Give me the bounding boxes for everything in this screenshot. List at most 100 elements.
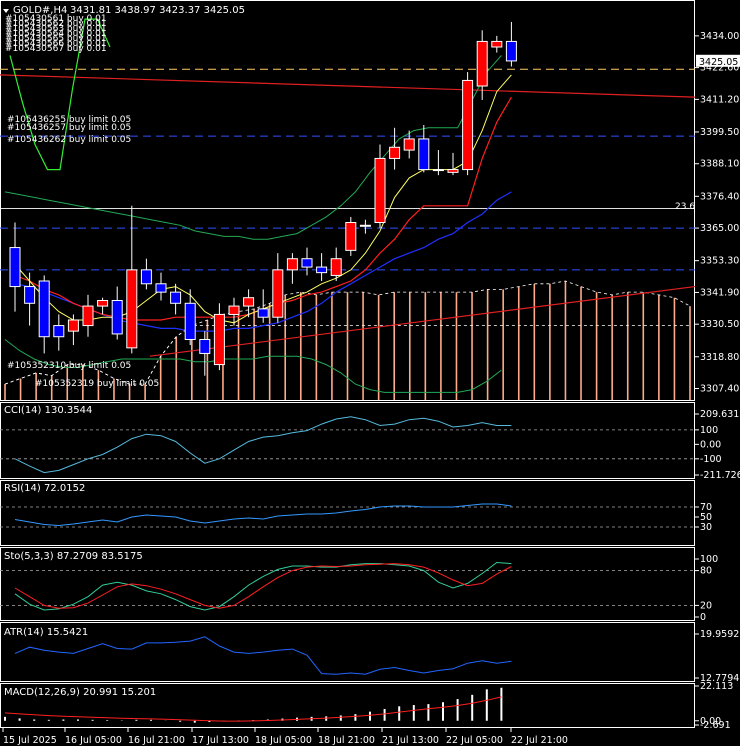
time-tick-label: 22 Jul 05:00 (446, 735, 503, 746)
bull-candle (476, 40, 488, 87)
fib-level-label: 23.6 (675, 202, 695, 212)
bear-candle (418, 138, 430, 171)
axis-tick-label: 3411.20 (700, 94, 739, 105)
bear-candle (140, 269, 152, 285)
axis-tick-label: 80 (700, 566, 712, 577)
ma-fast-line (14, 74, 512, 324)
atr-line (14, 636, 512, 675)
stoch-title: Sto(5,3,3) 87.2709 83.5175 (4, 551, 143, 562)
bull-candle (389, 146, 401, 159)
axis-tick-label: 3330.50 (700, 319, 739, 330)
indicator-titles: CCI(14) 130.3544 RSI(14) 72.0152 Sto(5,3… (4, 405, 156, 698)
time-tick-label: 18 Jul 05:00 (255, 735, 312, 746)
bull-candle (374, 157, 386, 223)
time-axis: 15 Jul 2025 16 Jul 05:00 16 Jul 21:00 17 Ju… (2, 728, 568, 746)
bull-candle (243, 297, 255, 307)
bear-candle (301, 258, 313, 268)
axis-tick-label: 100 (700, 554, 718, 565)
trendline-red (0, 74, 695, 98)
order-label: #105352310 buy limit 0.05 (7, 361, 131, 371)
bear-candle (316, 266, 328, 274)
panel-border (0, 480, 695, 546)
axis-tick-label: 3341.90 (700, 287, 739, 298)
bear-candle (38, 280, 50, 338)
bull-candle (345, 222, 357, 251)
order-label: #105352319 buy limit 0.05 (35, 379, 159, 389)
bull-candle (82, 305, 94, 327)
axis-tick-label: 3353.30 (700, 256, 739, 267)
axis-tick-label: 0.00 (700, 439, 721, 450)
axis-tick-label: 3399.50 (700, 127, 739, 138)
axis-tick-label: 3376.40 (700, 191, 739, 202)
bear-candle (24, 286, 36, 304)
axis-tick-label: 3307.40 (700, 384, 739, 395)
time-tick-label: 22 Jul 21:00 (511, 735, 568, 746)
collapse-triangle-icon (3, 9, 9, 13)
axis-tick-label: 3318.80 (700, 352, 739, 363)
cci-line (14, 416, 512, 474)
bear-candle (505, 40, 517, 62)
bull-candle (491, 40, 503, 48)
axis-tick-label: 3365.00 (700, 223, 739, 234)
main-price-chart[interactable] (0, 18, 695, 438)
bear-candle (184, 302, 196, 340)
indicator-panels[interactable] (0, 416, 695, 723)
time-tick-label: 16 Jul 05:00 (65, 735, 122, 746)
axis-tick-label: 30 (700, 522, 712, 533)
order-label: #105436257 buy limit 0.05 (7, 123, 131, 133)
axis-tick-label: 3434.00 (700, 31, 739, 42)
bull-candle (67, 319, 79, 332)
rsi-line (14, 503, 512, 527)
bull-candle (286, 258, 298, 271)
bear-candle (155, 283, 167, 293)
current-price-label: 3425.05 (699, 57, 738, 68)
order-label: #105436262 buy limit 0.05 (7, 135, 131, 145)
bear-candle (199, 339, 211, 354)
bull-candle (213, 313, 225, 366)
axis-tick-label: 3388.10 (700, 159, 739, 170)
time-tick-label: 21 Jul 13:00 (382, 735, 439, 746)
bull-candle (432, 169, 444, 172)
time-tick-label: 18 Jul 21:00 (318, 735, 375, 746)
time-tick-label: 16 Jul 21:00 (128, 735, 185, 746)
bull-candle (228, 305, 240, 315)
rsi-title: RSI(14) 72.0152 (4, 483, 85, 494)
atr-title: ATR(14) 15.5421 (4, 627, 88, 638)
axis-tick-label: 0 (700, 612, 706, 623)
bull-candle (447, 169, 459, 173)
support-trendline (149, 285, 695, 357)
order-label: #105430567 buy 0.01 (5, 44, 107, 54)
bear-candle (257, 308, 269, 318)
time-tick-label: 17 Jul 13:00 (192, 735, 249, 746)
panel-border (0, 402, 695, 479)
bear-candle (53, 325, 65, 338)
bull-candle (359, 224, 371, 227)
bull-candle (126, 269, 138, 349)
bear-candle (9, 247, 21, 288)
axis-tick-label: -211.7269 (700, 470, 740, 481)
stoch-signal-line (14, 563, 512, 609)
axis-tick-label: 20 (700, 600, 712, 611)
bear-candle (170, 291, 182, 304)
macd-signal-line (4, 696, 502, 722)
axis-tick-label: 22.113 (700, 681, 733, 692)
order-labels-top: #105430561 buy 0.01 #105430562 buy 0.01 … (5, 14, 107, 54)
bear-candle (111, 300, 123, 335)
time-tick-label: 15 Jul 2025 (3, 735, 57, 746)
axis-tick-label: 100 (700, 425, 718, 436)
bull-candle (97, 300, 109, 307)
price-axis: 3434.003422.603411.203399.503388.103376.… (695, 31, 740, 731)
cci-title: CCI(14) 130.3544 (4, 405, 92, 416)
axis-tick-label: -100 (700, 454, 722, 465)
axis-tick-label: 19.9592 (700, 629, 739, 640)
bull-candle (272, 269, 284, 318)
axis-tick-label: 209.6315 (700, 409, 740, 420)
bull-candle (403, 138, 415, 151)
bull-candle (330, 258, 342, 276)
panel-border (0, 622, 695, 682)
axis-tick-label: -2.691 (700, 720, 731, 731)
order-labels-upper: #105436255 buy limit 0.05 #105436257 buy… (7, 115, 131, 145)
bull-candle (462, 79, 474, 171)
trading-chart: 3434.003422.603411.203399.503388.103376.… (0, 0, 740, 746)
macd-title: MACD(12,26,9) 20.991 15.201 (4, 687, 156, 698)
